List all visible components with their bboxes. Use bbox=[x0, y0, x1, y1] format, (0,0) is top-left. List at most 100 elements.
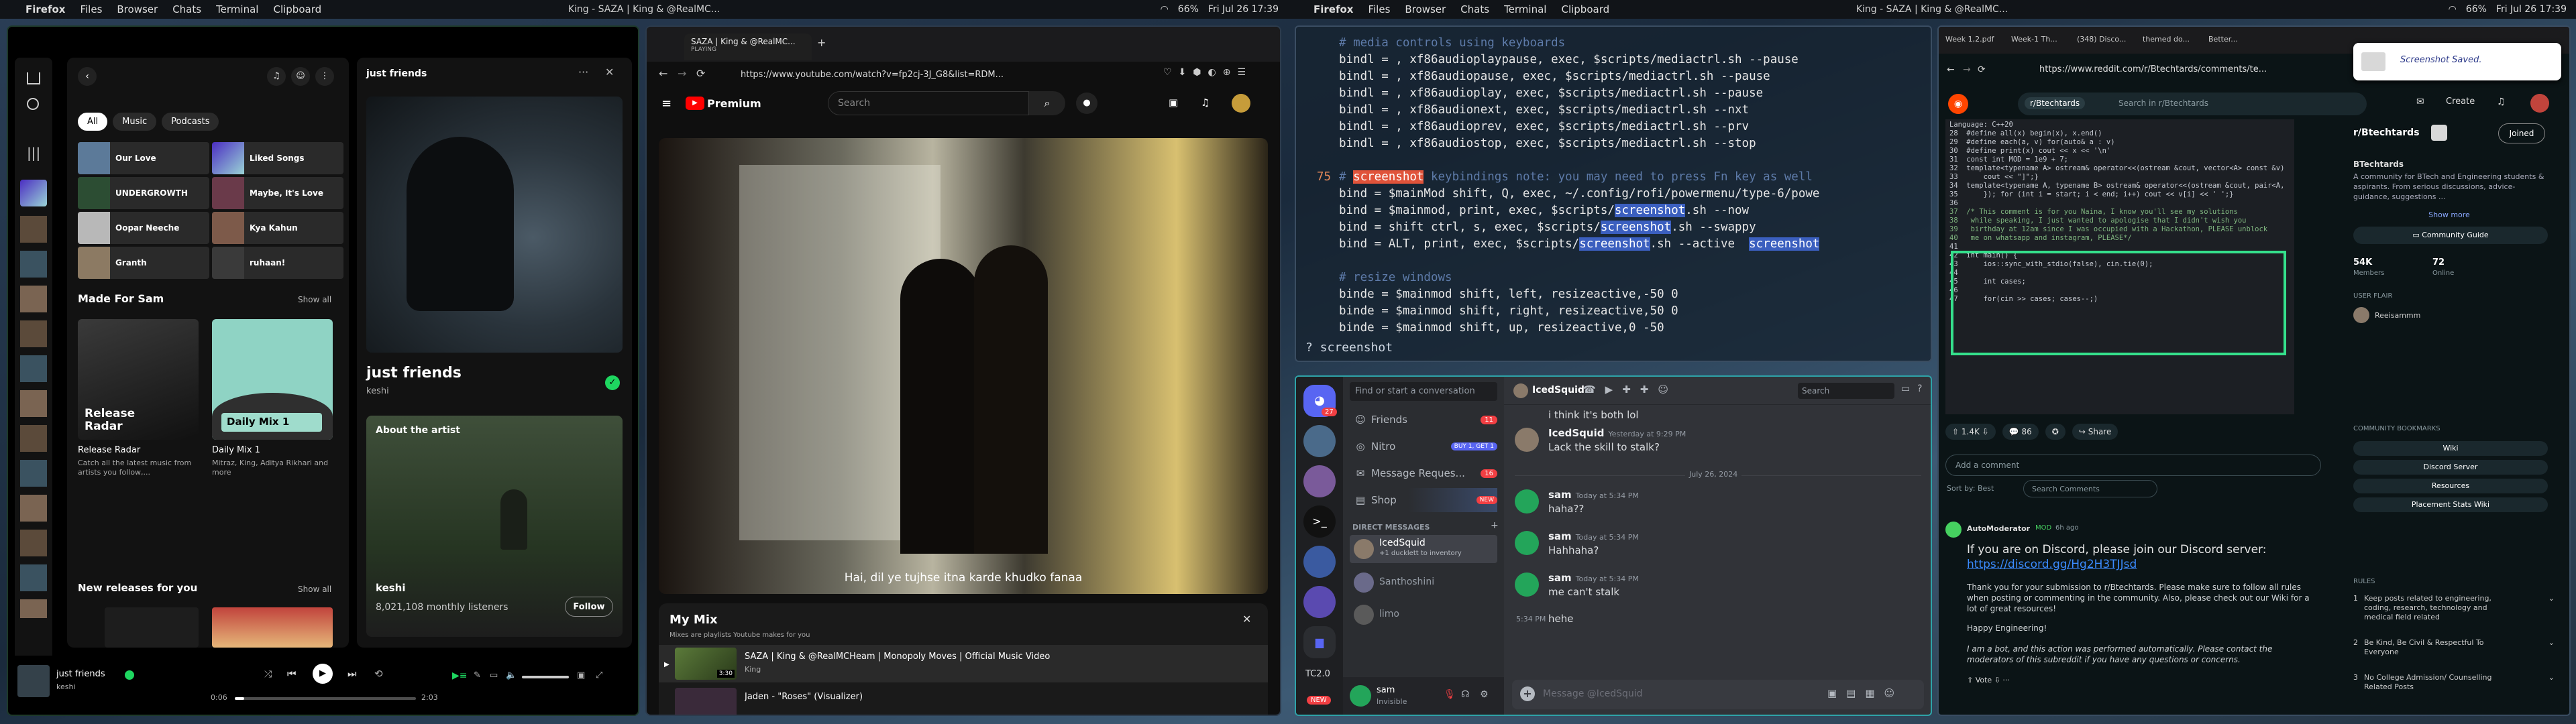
subreddit-search[interactable]: r/Btechtards Search in r/Btechtards bbox=[2018, 93, 2367, 115]
miniplayer-icon[interactable]: ▣ bbox=[577, 670, 585, 680]
playlist-item[interactable]: Jaden - "Roses" (Visualizer) bbox=[659, 685, 1268, 715]
shortcut-card[interactable]: Maybe, It's Love bbox=[212, 177, 343, 209]
search-prompt[interactable]: ? screenshot bbox=[1305, 341, 1393, 355]
more-icon[interactable]: ··· bbox=[578, 66, 588, 78]
toolbar-icons[interactable]: ♡⬇⬢◐⊕☰ bbox=[1163, 67, 1252, 78]
saved-check-icon[interactable]: ✓ bbox=[605, 375, 620, 390]
sort-dropdown[interactable]: Sort by: Best bbox=[1947, 484, 1994, 493]
discord-link[interactable]: https://discord.gg/Hg2H3TJJsd bbox=[1967, 558, 2137, 571]
headset-icon[interactable]: ☊ bbox=[1461, 689, 1469, 700]
community-guide-button[interactable]: ▭ Community Guide bbox=[2353, 227, 2548, 244]
bookmark-wiki[interactable]: Wiki bbox=[2353, 441, 2548, 456]
battery-label[interactable]: 66% bbox=[2466, 4, 2487, 15]
video-player[interactable]: Hai, dil ye tujhse itna karde khudko fan… bbox=[659, 138, 1268, 594]
notifications-icon[interactable]: ♫ bbox=[1201, 97, 1210, 109]
more-icon[interactable]: ⋮ bbox=[315, 67, 334, 86]
menu-chats[interactable]: Chats bbox=[172, 3, 201, 15]
create-icon[interactable]: ▣ bbox=[1169, 97, 1178, 109]
chat-user[interactable]: IcedSquid bbox=[1532, 385, 1585, 396]
comment-search[interactable]: Search Comments bbox=[2023, 480, 2157, 497]
library-icon[interactable]: ||| bbox=[27, 145, 40, 161]
track-artist[interactable]: keshi bbox=[366, 386, 389, 396]
dm-search[interactable]: Find or start a conversation bbox=[1350, 382, 1497, 401]
tab[interactable]: Better... bbox=[2208, 35, 2255, 44]
bookmark-placement[interactable]: Placement Stats Wiki bbox=[2353, 497, 2548, 512]
settings-icon[interactable]: ⚙ bbox=[1480, 689, 1489, 700]
tab-youtube[interactable]: SAZA | King & @RealMC... PLAYING bbox=[684, 34, 812, 60]
previous-icon[interactable]: ⏮ bbox=[287, 668, 297, 680]
tab[interactable]: Week 1,2.pdf bbox=[1945, 35, 2006, 44]
avatar[interactable] bbox=[1515, 489, 1539, 514]
post-image[interactable]: Language: C++20 28 #define all(x) begin(x… bbox=[1945, 119, 2294, 414]
artist-name[interactable]: keshi bbox=[376, 582, 406, 594]
search-button[interactable]: ⌕ bbox=[1029, 91, 1065, 115]
dm-item-santhoshini[interactable]: Santhoshini bbox=[1350, 568, 1497, 597]
menu-browser[interactable]: Browser bbox=[117, 3, 158, 15]
help-icon[interactable]: ? bbox=[1917, 383, 1922, 394]
shuffle-icon[interactable]: ⤮ bbox=[264, 669, 272, 680]
chat-search[interactable]: Search bbox=[1798, 383, 1894, 399]
mic-icon[interactable]: ● bbox=[1076, 93, 1097, 114]
bar-track-artist[interactable]: keshi bbox=[56, 682, 76, 691]
avatar[interactable] bbox=[1945, 522, 1962, 538]
dm-item-limo[interactable]: limo bbox=[1350, 601, 1497, 629]
server-icon[interactable]: >_ bbox=[1303, 505, 1336, 538]
youtube-logo[interactable]: ▶ Premium bbox=[686, 97, 761, 110]
show-all-link[interactable]: Show all bbox=[298, 295, 331, 304]
chip-music[interactable]: Music bbox=[113, 113, 157, 131]
lyrics-icon[interactable]: ✎ bbox=[474, 670, 481, 680]
menu-files[interactable]: Files bbox=[1368, 3, 1390, 15]
share-pill[interactable]: ↪ Share bbox=[2072, 424, 2118, 440]
active-app[interactable]: Firefox bbox=[25, 3, 65, 15]
menu-clipboard[interactable]: Clipboard bbox=[273, 3, 321, 15]
bell-icon[interactable]: ♫ bbox=[267, 67, 286, 86]
add-dm-icon[interactable]: + bbox=[1491, 520, 1499, 531]
fullscreen-icon[interactable]: ⤢ bbox=[596, 670, 602, 680]
clock[interactable]: Fri Jul 26 17:39 bbox=[2496, 4, 2567, 15]
friends-icon[interactable]: ☺ bbox=[291, 67, 310, 86]
reddit-logo[interactable]: ◉ bbox=[1948, 94, 1968, 114]
message-author[interactable]: sam bbox=[1548, 489, 1572, 501]
url-bar[interactable]: https://www.reddit.com/r/Btechtards/comm… bbox=[2039, 64, 2375, 74]
forward-icon[interactable]: → bbox=[1963, 64, 1971, 75]
rule-item[interactable]: 3 No College Admission/ Counselling Relat… bbox=[2353, 673, 2555, 692]
tab[interactable]: themed do... bbox=[2143, 35, 2203, 44]
nav-shop[interactable]: ▤ Shop NEW bbox=[1350, 488, 1497, 512]
bar-track-title[interactable]: just friends bbox=[56, 669, 105, 679]
liked-songs-tile[interactable] bbox=[20, 180, 47, 206]
flair-user[interactable]: Reeisammm bbox=[2375, 311, 2420, 320]
menu-browser[interactable]: Browser bbox=[1405, 3, 1446, 15]
rule-item[interactable]: 2 Be Kind, Be Civil & Respectful To Every… bbox=[2353, 638, 2555, 657]
comments-pill[interactable]: 💬 86 bbox=[2002, 424, 2039, 440]
nav-friends[interactable]: ☺ Friends 11 bbox=[1350, 408, 1497, 432]
header-icons[interactable]: ☎▶✚✚☺ bbox=[1583, 383, 1678, 396]
battery-label[interactable]: 66% bbox=[1178, 4, 1199, 15]
play-button[interactable]: ▶ bbox=[313, 664, 333, 684]
server-icon[interactable] bbox=[1303, 546, 1336, 578]
avatar[interactable] bbox=[2530, 94, 2549, 113]
server-icon[interactable] bbox=[1303, 465, 1336, 497]
back-icon[interactable]: ← bbox=[659, 67, 667, 80]
back-button[interactable]: ‹ bbox=[78, 67, 97, 86]
release-card[interactable] bbox=[105, 607, 199, 648]
upvote-icon[interactable]: ⇧ bbox=[1952, 427, 1959, 436]
shortcut-card[interactable]: ruhaan! bbox=[212, 247, 343, 279]
avatar[interactable] bbox=[1232, 94, 1250, 113]
url-bar[interactable]: https://www.youtube.com/watch?v=fp2cj-3J… bbox=[734, 66, 1123, 84]
release-card[interactable] bbox=[212, 607, 333, 648]
track-title[interactable]: just friends bbox=[366, 365, 462, 381]
tab[interactable]: Week-1 Th... bbox=[2011, 35, 2072, 44]
section-title[interactable]: Made For Sam bbox=[78, 292, 164, 305]
playlist-thumbs[interactable] bbox=[20, 216, 47, 618]
daily-mix-card[interactable]: Daily Mix 1 bbox=[212, 319, 333, 440]
joined-button[interactable]: Joined bbox=[2498, 123, 2545, 143]
subreddit-chip[interactable]: r/Btechtards bbox=[2025, 97, 2086, 109]
wifi-icon[interactable]: ◠ bbox=[2449, 4, 2457, 15]
chip-all[interactable]: All bbox=[78, 113, 108, 131]
reload-icon[interactable]: ⟳ bbox=[696, 67, 705, 80]
forward-icon[interactable]: → bbox=[678, 67, 686, 80]
nav-nitro[interactable]: ◎ Nitro BUY 1, GET 1 bbox=[1350, 434, 1497, 459]
comment-author[interactable]: AutoModerator bbox=[1967, 524, 2030, 533]
attach-icon[interactable]: + bbox=[1520, 686, 1535, 701]
show-more-link[interactable]: Show more bbox=[2345, 210, 2553, 219]
